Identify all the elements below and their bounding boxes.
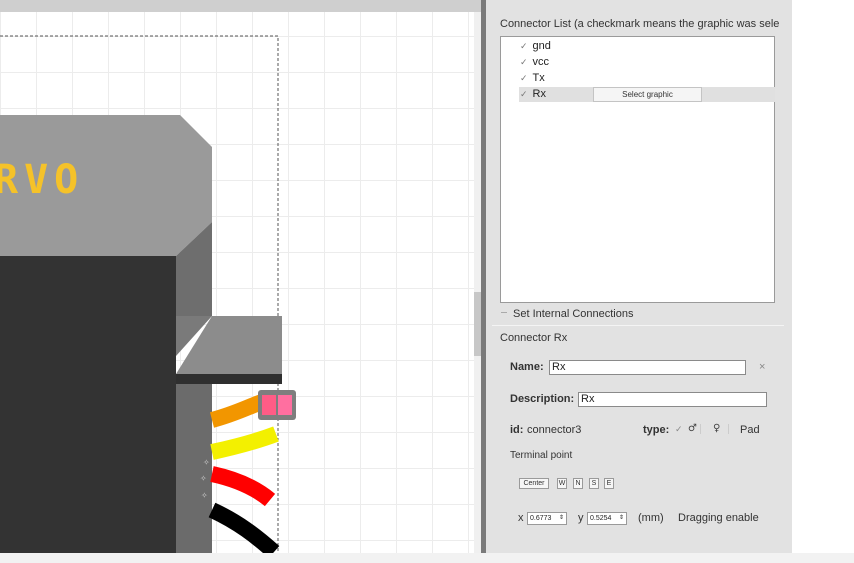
spin-arrows-icon[interactable]: ⇕ [559,513,564,524]
terminal-point-label: Terminal point [510,450,573,461]
terminal-center-button[interactable]: Center [519,478,549,489]
connector-item-label: gnd [532,40,551,52]
connector-section-header: Connector Rx [500,332,568,344]
id-value: connector3 [527,424,582,436]
divider [700,424,701,434]
check-icon: ✓ [520,41,528,51]
dragging-enable-toggle[interactable]: Dragging enable [678,512,759,524]
connector-item-gnd[interactable]: ✓ gnd [520,39,551,54]
divider [728,424,729,434]
check-icon: ✓ [520,57,528,67]
connector-item-tx[interactable]: ✓ Tx [520,71,545,86]
y-spinbox[interactable]: 0.5254 ⇕ [587,512,627,525]
x-label: x [518,512,524,524]
unit-label: (mm) [638,512,664,524]
check-icon: ✓ [520,89,528,99]
wire-red [210,466,276,507]
collapse-indicator [501,312,507,313]
svg-text:✧: ✧ [203,458,210,467]
connector-pin-left [262,395,276,415]
section-divider [492,325,784,326]
wire-black [208,502,280,553]
svg-text:✧: ✧ [201,491,208,500]
y-value: 0.5254 [590,515,612,522]
connector-item-label: Tx [532,72,545,84]
breadboard-canvas[interactable]: ✧ ✧ ✧ RVO [0,0,474,553]
terminal-west-button[interactable]: W [557,478,567,489]
connector-pin-right [278,395,292,415]
canvas-scrollbar[interactable] [474,12,481,553]
window-background [792,0,854,553]
description-input[interactable]: Rx [578,392,767,407]
canvas-scrollbar-thumb[interactable] [474,292,481,356]
canvas-toolbar-strip [0,0,481,12]
wire-yellow [210,426,279,460]
wire-orange [209,394,265,428]
part-graphic: ✧ ✧ ✧ [0,35,296,553]
connector-item-label: Rx [532,88,546,100]
x-value: 0.6773 [530,515,552,522]
male-type-icon[interactable]: ♂ [688,423,697,434]
female-type-icon[interactable]: ♀ [713,423,720,434]
connector-item-vcc[interactable]: ✓ vcc [520,55,549,70]
servo-lower-side [176,384,212,553]
svg-text:✧: ✧ [200,474,207,483]
servo-body [0,256,176,553]
connector-item-label: vcc [532,56,550,68]
type-label: type: [643,424,670,436]
clear-name-icon[interactable]: × [759,361,765,373]
connector-item-rx[interactable]: ✓ Rx [520,87,546,102]
connector-list-title: Connector List (a checkmark means the gr… [500,18,780,30]
check-icon: ✓ [520,73,528,83]
terminal-south-button[interactable]: S [589,478,599,489]
description-label: Description: [510,393,575,405]
terminal-east-button[interactable]: E [604,478,614,489]
id-label: id: [510,424,524,436]
servo-flange-shadow [176,374,282,384]
terminal-north-button[interactable]: N [573,478,583,489]
status-bar [0,553,854,563]
y-label: y [578,512,584,524]
select-graphic-button[interactable]: Select graphic [593,87,702,102]
servo-logo-text: RVO [0,157,85,203]
x-spinbox[interactable]: 0.6773 ⇕ [527,512,567,525]
set-internal-connections-toggle[interactable]: Set Internal Connections [513,308,633,320]
name-label: Name: [510,361,544,373]
pad-type-option[interactable]: Pad [740,424,760,436]
spin-arrows-icon[interactable]: ⇕ [619,513,624,524]
name-input[interactable]: Rx [549,360,746,375]
check-icon: ✓ [675,424,683,434]
